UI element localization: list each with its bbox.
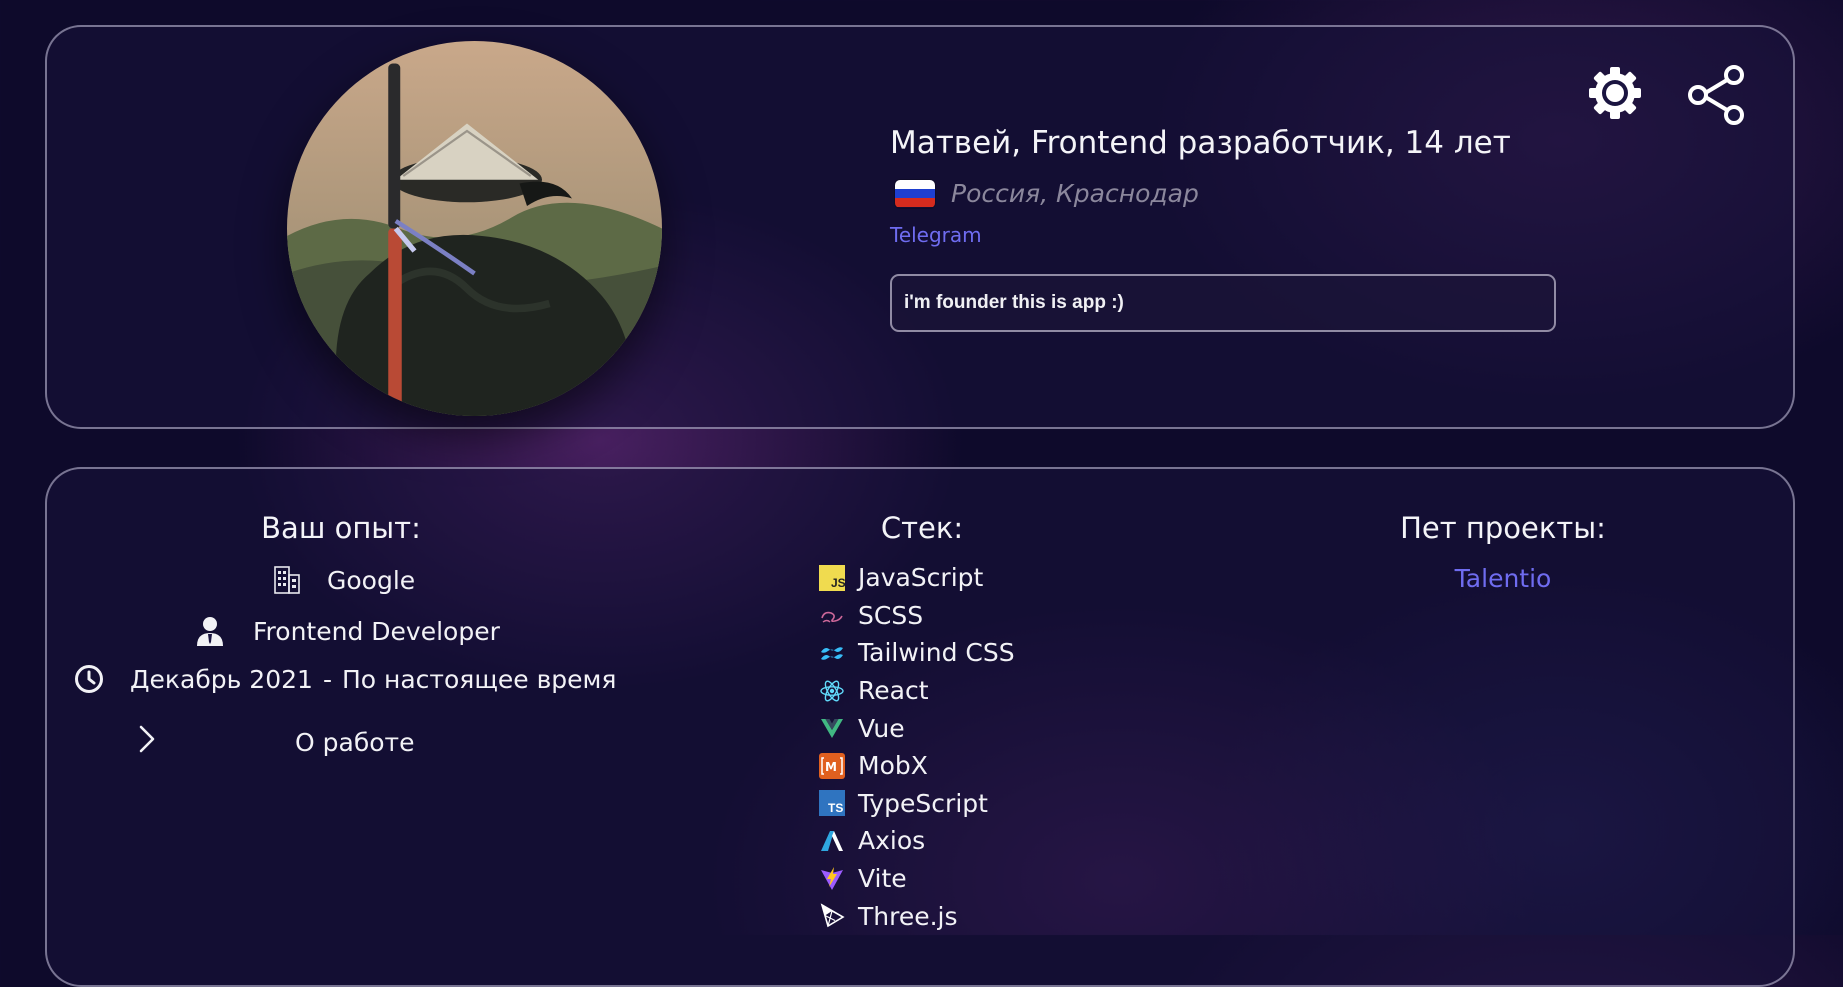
- profile-name: Матвей, Frontend разработчик, 14 лет: [890, 125, 1511, 161]
- stack-item: Tailwind CSS: [819, 634, 1015, 672]
- stack-list: JS JavaScript SCSS Tailwind CSS React Vu…: [819, 559, 1015, 935]
- gear-icon: [1589, 67, 1641, 119]
- stack-title: Стек:: [880, 511, 964, 545]
- period-separator: -: [322, 664, 332, 694]
- experience-title: Ваш опыт:: [261, 511, 421, 545]
- period-end: По настоящее время: [341, 664, 617, 694]
- vite-icon: [819, 866, 845, 892]
- svg-text:M: M: [825, 760, 837, 774]
- person-icon: [197, 617, 223, 646]
- mobx-icon: M: [819, 752, 845, 779]
- about-job-label: О работе: [295, 728, 415, 757]
- stack-item: M MobX: [819, 747, 1015, 785]
- bio-field[interactable]: [890, 274, 1556, 332]
- telegram-link[interactable]: Telegram: [890, 223, 982, 247]
- threejs-icon: [819, 903, 845, 929]
- stack-item: React: [819, 672, 1015, 710]
- stack-item-label: SCSS: [858, 600, 924, 630]
- avatar-illustration: [287, 41, 662, 416]
- react-icon: [819, 678, 845, 704]
- stack-item-label: JavaScript: [858, 563, 984, 593]
- stack-item: Vue: [819, 709, 1015, 747]
- russia-flag-icon: [895, 179, 935, 208]
- company-name: Google: [327, 565, 416, 595]
- experience-position: Frontend Developer: [195, 615, 500, 647]
- stack-item-label: Axios: [858, 826, 926, 856]
- typescript-icon: TS: [819, 790, 845, 817]
- building-icon: [274, 566, 300, 594]
- pet-project-link[interactable]: Talentio: [1455, 564, 1552, 593]
- tailwind-icon: [819, 640, 845, 666]
- experience-company: Google: [273, 565, 415, 595]
- period-start: Декабрь 2021: [130, 664, 313, 694]
- settings-button[interactable]: [1585, 63, 1645, 123]
- stack-item-label: MobX: [858, 751, 928, 781]
- sass-icon: [819, 602, 845, 628]
- svg-text:JS: JS: [831, 576, 845, 590]
- stack-item-label: Vite: [858, 864, 907, 894]
- share-icon: [1688, 65, 1744, 125]
- stack-item-label: React: [858, 676, 929, 706]
- avatar: [287, 41, 662, 416]
- share-button[interactable]: [1686, 63, 1750, 127]
- about-job-button[interactable]: О работе: [135, 724, 435, 766]
- stack-item: JS JavaScript: [819, 559, 1015, 597]
- stack-item-label: TypeScript: [858, 788, 988, 818]
- stack-item-label: Tailwind CSS: [858, 638, 1015, 668]
- stack-item: TS TypeScript: [819, 785, 1015, 823]
- stack-item-label: Three.js: [858, 901, 958, 931]
- profile-card: Матвей, Frontend разработчик, 14 лет Рос…: [45, 25, 1795, 429]
- stack-item: SCSS: [819, 597, 1015, 635]
- vue-icon: [819, 715, 845, 741]
- clock-icon: [75, 665, 103, 693]
- stack-item: Vite: [819, 860, 1015, 898]
- stack-item: Axios: [819, 822, 1015, 860]
- stack-item: Three.js: [819, 897, 1015, 935]
- javascript-icon: JS: [819, 564, 845, 591]
- details-card: Ваш опыт: Google Frontend Developer Дека…: [45, 467, 1795, 987]
- chevron-right-icon: [139, 725, 155, 753]
- location: Россия, Краснодар: [895, 179, 1199, 208]
- svg-text:TS: TS: [828, 801, 843, 815]
- stack-item-label: Vue: [858, 713, 905, 743]
- pet-projects-title: Пет проекты:: [1400, 511, 1606, 545]
- location-text: Россия, Краснодар: [951, 179, 1199, 208]
- position-name: Frontend Developer: [253, 616, 500, 646]
- experience-period: Декабрь 2021 - По настоящее время: [74, 664, 616, 694]
- axios-icon: [819, 828, 845, 854]
